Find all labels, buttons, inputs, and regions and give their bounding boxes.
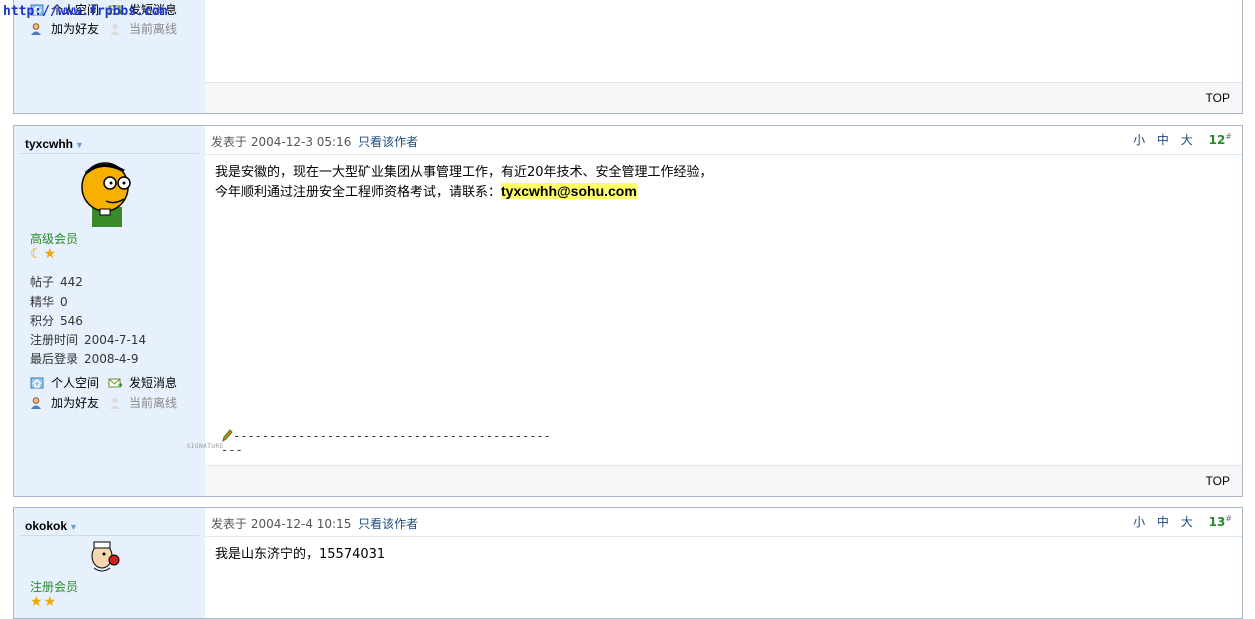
signature: ----------------------------------------… [186, 429, 551, 457]
divider [20, 535, 199, 536]
only-author-link[interactable]: 只看该作者 [358, 135, 418, 149]
post-tools: 小 中 大 13# [1125, 513, 1232, 530]
post-line-1: 我是安徽的，现在一大型矿业集团从事管理工作，有近20年技术、安全管理工作经验， [215, 165, 713, 180]
rank-stars: ☾★ [30, 246, 57, 262]
avatar [81, 162, 131, 227]
font-medium-button[interactable]: 中 [1157, 515, 1169, 529]
post-tools: 小 中 大 12# [1125, 131, 1232, 148]
stat-points: 积分 546 [30, 314, 83, 328]
post-previous: 个人空间 发短消息 加为好友 当前离线 TOP [13, 0, 1243, 114]
post-content: 我是安徽的，现在一大型矿业集团从事管理工作，有近20年技术、安全管理工作经验， … [215, 164, 713, 202]
offline-status: 当前离线 [108, 394, 177, 411]
post-header: 发表于 2004-12-3 05:16 只看该作者 小 中 大 12# [205, 126, 1242, 155]
font-small-button[interactable]: 小 [1133, 515, 1145, 529]
star-icon: ★ [43, 246, 58, 262]
home-icon [30, 377, 44, 389]
font-large-button[interactable]: 大 [1181, 515, 1193, 529]
user-add-icon [31, 23, 41, 35]
add-friend-link[interactable]: 加为好友 [30, 394, 99, 411]
stat-digest: 精华 0 [30, 295, 68, 309]
font-large-button[interactable]: 大 [1181, 133, 1193, 147]
offline-user-icon [110, 23, 120, 35]
post-footer: TOP [205, 82, 1242, 113]
chevron-down-icon: ▼ [75, 140, 84, 150]
stat-reg-date: 注册时间 2004-7-14 [30, 333, 147, 347]
rank-stars: ★★ [30, 594, 57, 610]
post-line-1: 我是山东济宁的，15574031 [215, 547, 386, 562]
top-link[interactable]: TOP [1206, 474, 1230, 488]
username-menu[interactable]: tyxcwhh ▼ [25, 137, 84, 151]
watermark-text: http://www.frpbbs.com [3, 4, 168, 19]
offline-status: 当前离线 [108, 20, 177, 37]
personal-space-link[interactable]: 个人空间 [30, 374, 99, 391]
post-time: 2004-12-3 05:16 [250, 135, 352, 149]
avatar [91, 541, 120, 572]
user-add-icon [31, 397, 41, 409]
post-body: 发表于 2004-12-4 10:15 只看该作者 小 中 大 13# 我是山东… [205, 508, 1242, 618]
message-icon [108, 378, 122, 388]
divider [20, 153, 199, 154]
floor-number[interactable]: 12# [1209, 132, 1232, 147]
post-meta: 发表于 2004-12-4 10:15 只看该作者 [211, 517, 419, 531]
offline-user-icon [110, 397, 120, 409]
post-time: 2004-12-4 10:15 [250, 517, 352, 531]
star-icon: ★ [43, 594, 58, 610]
post-12: tyxcwhh ▼ 高级会员 ☾★ 帖子 442 精华 0 积分 546 注册时间 200… [13, 125, 1243, 497]
post-body: 发表于 2004-12-3 05:16 只看该作者 小 中 大 12# 我是安徽… [186, 126, 1242, 496]
top-link[interactable]: TOP [1206, 91, 1230, 105]
floor-number[interactable]: 13# [1209, 514, 1232, 529]
stat-last-login: 最后登录 2008-4-9 [30, 352, 139, 366]
chevron-down-icon: ▼ [69, 522, 78, 532]
send-message-link[interactable]: 发短消息 [108, 374, 177, 391]
post-meta: 发表于 2004-12-3 05:16 只看该作者 [211, 135, 419, 149]
post-13: okokok ▼ 注册会员 ★★ 发表于 2004-12-4 10:15 只看该作… [13, 507, 1243, 619]
user-sidebar: tyxcwhh ▼ 高级会员 ☾★ 帖子 442 精华 0 积分 546 注册时间 200… [14, 126, 205, 496]
star-icon: ★ [30, 594, 44, 610]
only-author-link[interactable]: 只看该作者 [358, 517, 418, 531]
font-small-button[interactable]: 小 [1133, 133, 1145, 147]
post-body: TOP [205, 0, 1242, 113]
moon-icon: ☾ [30, 246, 44, 262]
user-rank: 注册会员 [30, 580, 79, 594]
font-medium-button[interactable]: 中 [1157, 133, 1169, 147]
user-rank: 高级会员 [30, 232, 79, 246]
post-footer: TOP [205, 465, 1242, 496]
user-sidebar: okokok ▼ 注册会员 ★★ [14, 508, 205, 618]
post-line-2: 今年顺利通过注册安全工程师资格考试，请联系：tyxcwhh@sohu.com [215, 183, 637, 200]
email-text: tyxcwhh@sohu.com [501, 183, 637, 199]
add-friend-link[interactable]: 加为好友 [30, 20, 99, 37]
post-header: 发表于 2004-12-4 10:15 只看该作者 小 中 大 13# [205, 508, 1242, 537]
username-menu[interactable]: okokok ▼ [25, 519, 78, 533]
pencil-icon [222, 429, 233, 443]
post-content: 我是山东济宁的，15574031 [215, 546, 385, 564]
stat-posts: 帖子 442 [30, 275, 83, 289]
